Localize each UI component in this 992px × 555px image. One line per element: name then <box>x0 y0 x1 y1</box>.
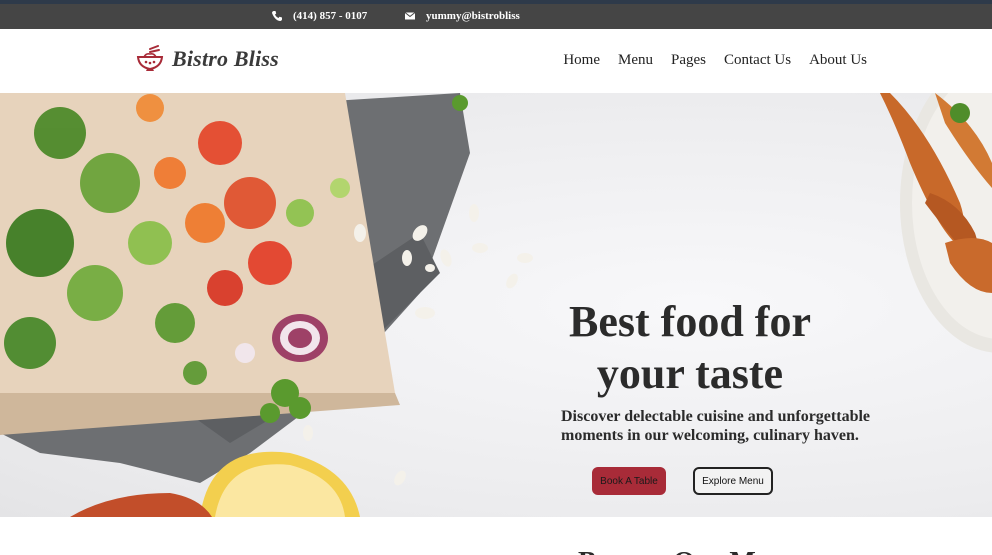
nav-about-us[interactable]: About Us <box>809 52 867 69</box>
hero-food-image <box>0 93 992 517</box>
envelope-icon <box>404 12 416 20</box>
brand-logo[interactable]: Bistro Bliss <box>136 45 279 73</box>
hero-subtitle: Discover delectable cuisine and unforget… <box>561 407 891 445</box>
email-contact[interactable]: yummy@bistrobliss <box>404 10 520 22</box>
nav-menu[interactable]: Menu <box>618 52 653 69</box>
email-address: yummy@bistrobliss <box>426 10 520 22</box>
hero-title-line-2: your taste <box>596 349 784 398</box>
phone-number: (414) 857 - 0107 <box>293 10 368 22</box>
contact-bar: (414) 857 - 0107 yummy@bistrobliss <box>0 4 992 29</box>
book-table-button[interactable]: Book A Table <box>592 467 666 495</box>
menu-section: Browse Our Menu <box>0 517 992 555</box>
main-nav: Home Menu Pages Contact Us About Us <box>563 52 867 69</box>
nav-home[interactable]: Home <box>563 52 600 69</box>
section-title: Browse Our Menu <box>578 547 799 555</box>
hero-subtitle-line-2: moments in our welcoming, culinary haven… <box>561 427 859 444</box>
nav-pages[interactable]: Pages <box>671 52 706 69</box>
hero-section: Best food for your taste Discover delect… <box>0 93 992 517</box>
phone-contact[interactable]: (414) 857 - 0107 <box>271 10 367 22</box>
brand-name: Bistro Bliss <box>172 46 279 71</box>
nav-contact-us[interactable]: Contact Us <box>724 52 791 69</box>
hero-title-line-1: Best food for <box>569 297 811 346</box>
phone-icon <box>272 11 282 21</box>
hero-subtitle-line-1: Discover delectable cuisine and unforget… <box>561 408 871 425</box>
hero-title: Best food for your taste <box>560 296 820 400</box>
explore-menu-button[interactable]: Explore Menu <box>693 467 773 495</box>
bowl-chopsticks-icon <box>136 45 164 71</box>
site-header: Bistro Bliss Home Menu Pages Contact Us … <box>0 29 992 93</box>
